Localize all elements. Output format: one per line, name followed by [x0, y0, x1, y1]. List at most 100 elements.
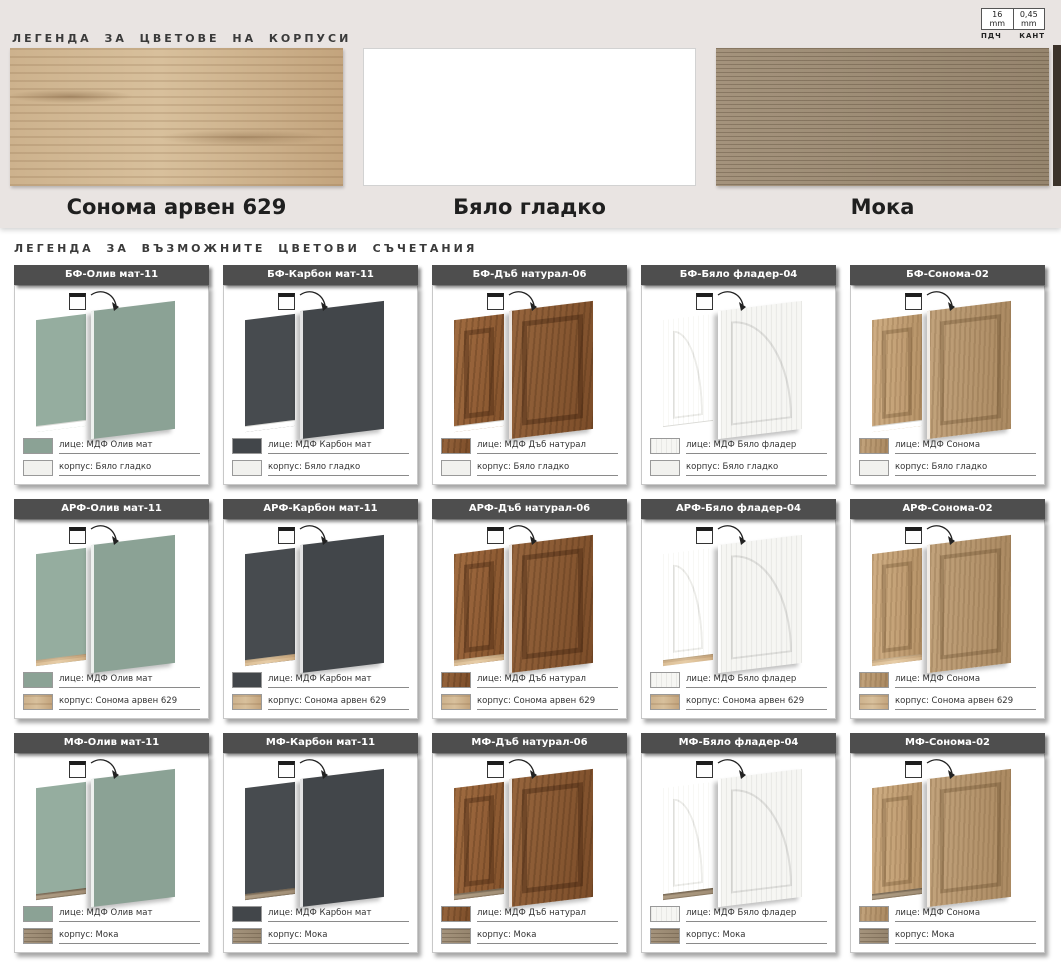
rotate-arrow-icon	[85, 524, 123, 548]
body-color-chip	[859, 460, 889, 476]
body-legend-row: корпус: Бяло гладко	[859, 460, 1036, 476]
edge-band-thickness: 0,45mm	[1013, 9, 1045, 29]
body-legend-row: корпус: Сонома арвен 629	[441, 694, 618, 710]
combination-card: МФ-Олив мат-11 лице: МДФ Олив мат	[14, 733, 209, 953]
door-illustration	[228, 524, 413, 666]
combinations-section: ЛЕГЕНДА ЗА ВЪЗМОЖНИТЕ ЦВЕТОВИ СЪЧЕТАНИЯ …	[0, 228, 1061, 953]
door-back-panel	[245, 548, 295, 666]
edge-spec-labels: ПДЧ КАНТ	[981, 32, 1045, 40]
door-front-panel	[509, 769, 593, 907]
door-panel-frame	[731, 314, 792, 425]
body-label: корпус: Бяло гладко	[686, 462, 827, 476]
door-front-panel	[91, 301, 175, 439]
body-colors-banner: ЛЕГЕНДА ЗА ЦВЕТОВЕ НА КОРПУСИ 16mm 0,45m…	[0, 0, 1061, 228]
face-legend-row: лице: МДФ Бяло фладер	[650, 906, 827, 922]
door-front-panel	[91, 535, 175, 673]
door-panel-frame	[940, 548, 1001, 659]
body-legend-row: корпус: Сонома арвен 629	[232, 694, 409, 710]
door-edge-band	[454, 888, 504, 900]
face-legend-row: лице: МДФ Дъб натурал	[441, 906, 618, 922]
combinations-grid: БФ-Олив мат-11 лице: МДФ Олив мат	[14, 265, 1047, 953]
face-legend-row: лице: МДФ Дъб натурал	[441, 438, 618, 454]
body-label: корпус: Сонома арвен 629	[477, 696, 618, 710]
door-edge-band	[454, 654, 504, 666]
door-illustration	[19, 758, 204, 900]
mini-door-icon	[696, 293, 713, 310]
mini-door-icon	[487, 761, 504, 778]
door-edge-band	[245, 888, 295, 900]
body-legend-row: корпус: Бяло гладко	[23, 460, 200, 476]
card-title: БФ-Сонома-02	[850, 265, 1045, 285]
body-label: корпус: Сонома арвен 629	[268, 696, 409, 710]
body-label: корпус: Бяло гладко	[59, 462, 200, 476]
card-title: АРФ-Бяло фладер-04	[641, 499, 836, 519]
body-color-chip	[441, 694, 471, 710]
door-illustration	[228, 758, 413, 900]
edge-spec: 16mm 0,45mm ПДЧ КАНТ	[981, 8, 1045, 40]
mini-door-icon	[69, 761, 86, 778]
body-legend-row: корпус: Сонома арвен 629	[859, 694, 1036, 710]
door-panel-frame	[882, 327, 912, 419]
door-front-panel	[927, 301, 1011, 439]
door-back-panel	[36, 782, 86, 900]
rotate-arrow-icon	[712, 290, 750, 314]
face-legend-row: лице: МДФ Карбон мат	[232, 906, 409, 922]
rotate-arrow-icon	[294, 758, 332, 782]
door-edge-band	[245, 654, 295, 666]
door-panel-frame	[673, 795, 703, 887]
door-front-panel	[927, 769, 1011, 907]
swatch-moka-name: Мока	[716, 195, 1049, 219]
rotate-arrow-icon	[712, 758, 750, 782]
body-legend-row: корпус: Мока	[23, 928, 200, 944]
combination-card: АРФ-Бяло фладер-04 лице: МДФ Бяло фладе	[641, 499, 836, 719]
face-label: лице: МДФ Бяло фладер	[686, 908, 827, 922]
body-label: корпус: Сонома арвен 629	[59, 696, 200, 710]
card-title: АРФ-Олив мат-11	[14, 499, 209, 519]
body-label: корпус: Бяло гладко	[895, 462, 1036, 476]
rotate-arrow-icon	[503, 758, 541, 782]
body-color-chip	[23, 460, 53, 476]
door-panel-frame	[522, 548, 583, 659]
door-back-panel	[872, 314, 922, 432]
combination-card: АРФ-Дъб натурал-06 лице: МДФ Дъб натура	[432, 499, 627, 719]
swatch-moka-sample	[716, 48, 1049, 186]
face-label: лице: МДФ Сонома	[895, 440, 1036, 454]
door-front-panel	[927, 535, 1011, 673]
face-legend-row: лице: МДФ Карбон мат	[232, 672, 409, 688]
combination-card: БФ-Олив мат-11 лице: МДФ Олив мат	[14, 265, 209, 485]
body-color-chip	[650, 928, 680, 944]
card-title: БФ-Бяло фладер-04	[641, 265, 836, 285]
door-panel-frame	[464, 795, 494, 887]
door-illustration	[855, 524, 1040, 666]
mini-door-icon	[69, 527, 86, 544]
door-edge-band	[36, 420, 86, 432]
face-label: лице: МДФ Олив мат	[59, 674, 200, 688]
door-panel-frame	[731, 782, 792, 893]
banner-edge-strip	[1053, 45, 1061, 186]
body-color-chip	[441, 460, 471, 476]
door-illustration	[646, 290, 831, 432]
swatch-sonoma-arven: Сонома арвен 629	[10, 48, 343, 219]
face-legend-row: лице: МДФ Карбон мат	[232, 438, 409, 454]
mini-door-icon	[905, 761, 922, 778]
door-front-panel	[300, 769, 384, 907]
door-edge-band	[663, 420, 713, 432]
body-color-chip	[23, 928, 53, 944]
body-legend-row: корпус: Мока	[859, 928, 1036, 944]
door-edge-band	[663, 888, 713, 900]
body-legend-row: корпус: Мока	[650, 928, 827, 944]
body-label: корпус: Бяло гладко	[268, 462, 409, 476]
door-back-panel	[872, 782, 922, 900]
face-label: лице: МДФ Олив мат	[59, 908, 200, 922]
body-color-chip	[859, 928, 889, 944]
door-panel-frame	[882, 561, 912, 653]
door-illustration	[437, 758, 622, 900]
face-color-chip	[23, 906, 53, 922]
body-label: корпус: Мока	[477, 930, 618, 944]
body-color-chip	[650, 460, 680, 476]
face-legend-row: лице: МДФ Олив мат	[23, 672, 200, 688]
door-illustration	[855, 758, 1040, 900]
door-edge-band	[663, 654, 713, 666]
door-panel-frame	[731, 548, 792, 659]
card-title: БФ-Олив мат-11	[14, 265, 209, 285]
